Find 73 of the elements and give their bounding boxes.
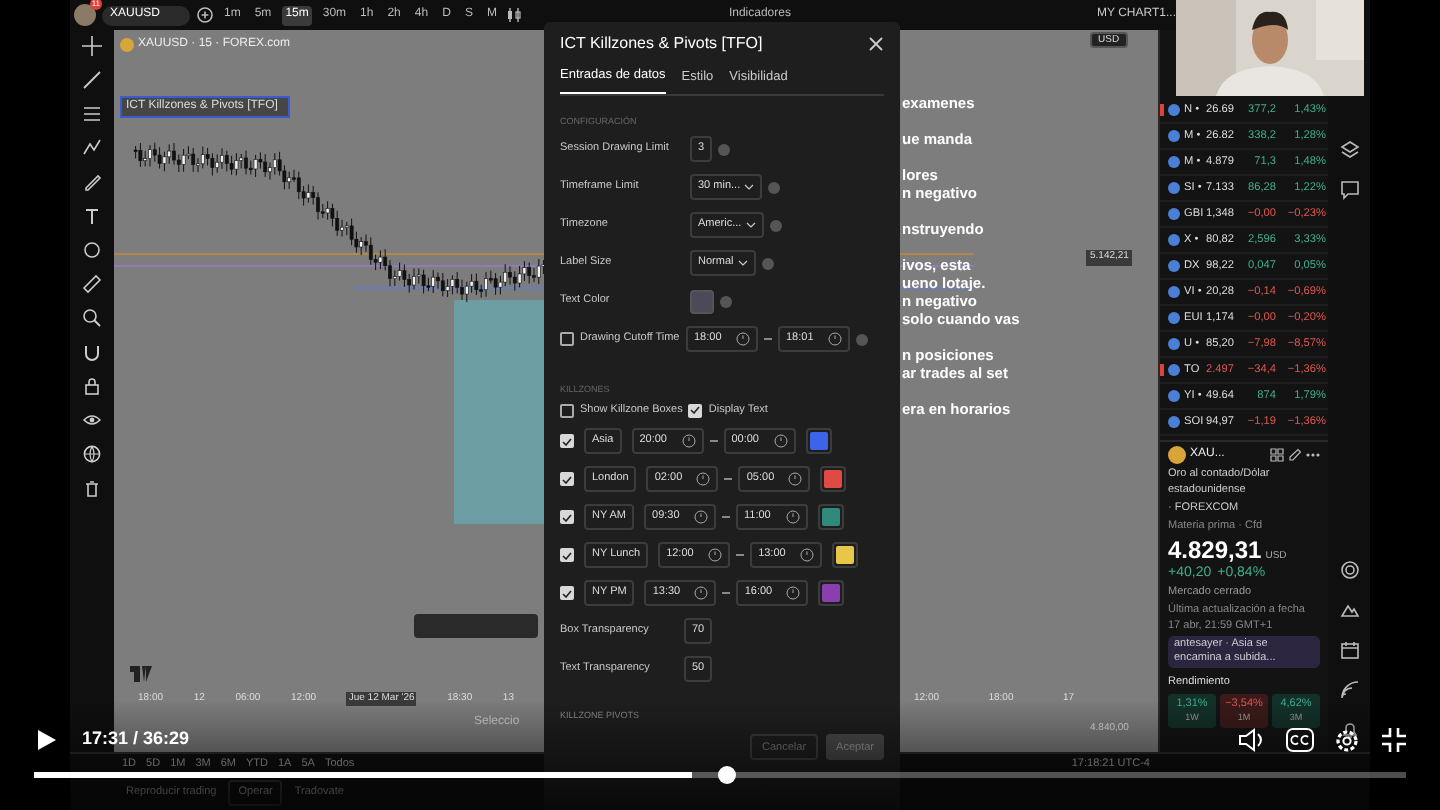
symbol-logo-icon [1168, 234, 1180, 246]
zigzag-icon[interactable] [82, 138, 102, 158]
clock-icon [788, 472, 803, 486]
calendar-icon[interactable] [1339, 640, 1359, 660]
chat-icon[interactable] [1339, 180, 1359, 200]
target-icon[interactable] [1339, 560, 1359, 580]
checkbox[interactable] [560, 403, 574, 418]
progress-track[interactable] [34, 772, 1406, 778]
clock-icon [708, 548, 723, 562]
volume-icon[interactable] [1238, 728, 1266, 752]
dialog-title: ICT Killzones & Pivots [TFO] [560, 32, 763, 56]
line-icon[interactable] [82, 70, 102, 90]
symbol-logo-icon [1168, 260, 1180, 272]
clock-icon [694, 510, 709, 524]
letter-shape-icon[interactable] [82, 206, 102, 226]
clock-icon [786, 586, 801, 600]
captions-icon[interactable] [1286, 728, 1314, 752]
clock-icon [828, 332, 842, 346]
checkbox[interactable] [560, 510, 574, 524]
candles-icon[interactable] [506, 6, 523, 24]
clock-icon [736, 332, 750, 346]
symbol-logo-icon [1168, 416, 1180, 428]
clock-icon [786, 510, 801, 524]
close-icon[interactable] [868, 36, 884, 52]
play-icon[interactable] [38, 730, 56, 750]
price-value: 4.829,31 [1168, 537, 1262, 561]
symbol-logo-icon [1168, 208, 1180, 220]
symbol-logo-icon [1168, 156, 1180, 168]
pencil-icon[interactable] [82, 172, 102, 192]
circle-icon[interactable] [82, 240, 102, 260]
magnifier-icon[interactable] [82, 308, 102, 328]
checkbox[interactable] [560, 586, 574, 600]
settings-icon[interactable] [1334, 728, 1360, 754]
edit-icon[interactable] [1288, 448, 1302, 462]
symbol-logo-icon [1168, 338, 1180, 350]
video-time: 17:31 / 36:29 [82, 728, 190, 748]
symbol-logo-icon [1168, 130, 1180, 142]
layers-icon[interactable] [1339, 140, 1359, 160]
symbol-logo-icon [120, 38, 134, 52]
symbol-logo-icon [1168, 286, 1180, 298]
symbol-logo-icon [1168, 364, 1180, 376]
symbol-logo-icon [1168, 312, 1180, 324]
exit-fullscreen-icon[interactable] [1382, 728, 1406, 752]
floating-toolbar [414, 614, 538, 638]
magnet-icon[interactable] [82, 342, 102, 362]
caret-icon [737, 260, 748, 266]
caret-icon [745, 222, 756, 228]
clock-icon [800, 548, 815, 562]
grid-icon[interactable] [1270, 448, 1284, 462]
globe-icon[interactable] [82, 444, 102, 464]
checkbox[interactable] [560, 548, 574, 562]
more-icon[interactable] [1306, 452, 1320, 458]
lines-icon[interactable] [82, 104, 102, 124]
checkbox[interactable] [560, 472, 574, 486]
color-swatch[interactable] [690, 289, 714, 313]
lock-icon[interactable] [82, 376, 102, 396]
checkbox[interactable] [688, 403, 703, 418]
clock-icon [696, 472, 711, 486]
clock-icon [694, 586, 709, 600]
crosshair-icon[interactable] [82, 36, 102, 56]
checkbox[interactable] [560, 434, 574, 448]
caret-icon [744, 184, 755, 190]
plus-icon[interactable] [196, 6, 214, 24]
symbol-logo-icon [1168, 182, 1180, 194]
symbol-logo-icon [1168, 104, 1180, 116]
checkbox[interactable] [560, 332, 574, 346]
eye-icon[interactable] [82, 410, 102, 430]
clock-icon [773, 434, 788, 448]
clock-icon [681, 434, 696, 448]
symbol-logo-icon [1168, 390, 1180, 402]
ruler-icon[interactable] [82, 274, 102, 294]
trash-icon[interactable] [82, 478, 102, 498]
mountain-icon[interactable] [1339, 600, 1359, 620]
